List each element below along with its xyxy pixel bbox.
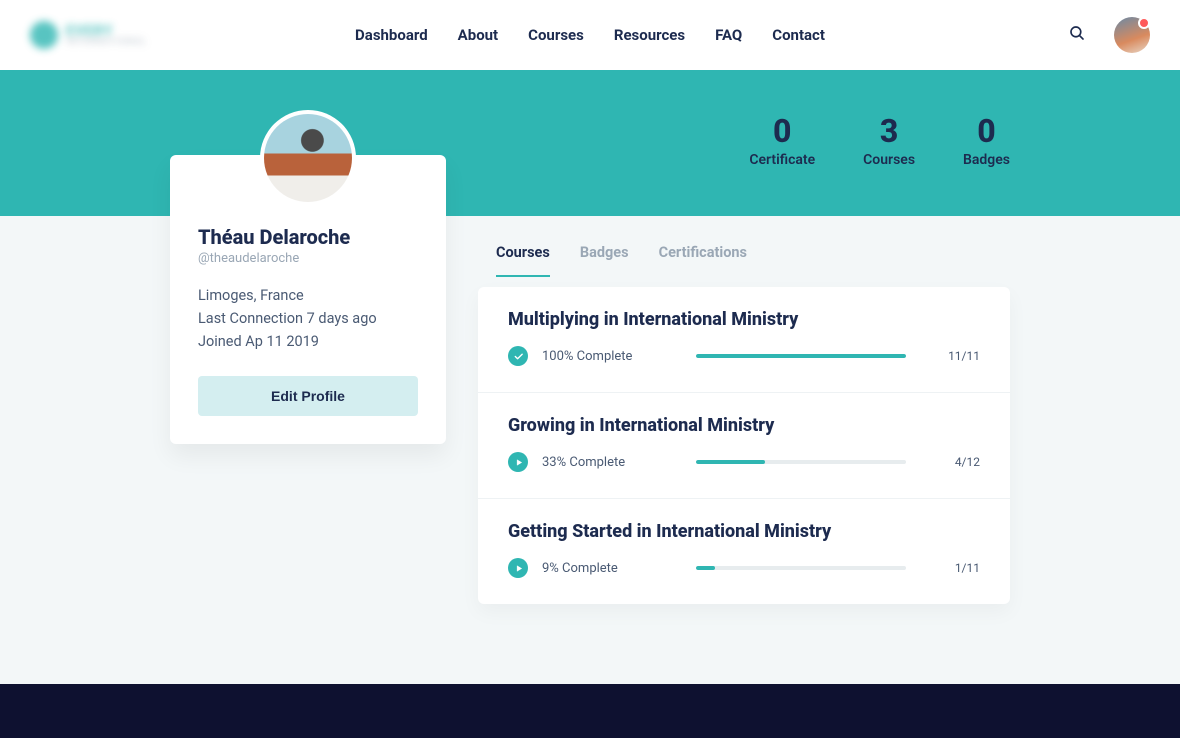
play-circle-icon [508, 452, 528, 472]
stat-label: Badges [963, 152, 1010, 168]
progress-fill [696, 354, 906, 358]
progress-bar [696, 566, 906, 570]
content-tabs: Courses Badges Certifications [478, 244, 1010, 277]
stat-label: Certificate [749, 152, 815, 168]
nav-resources[interactable]: Resources [614, 26, 685, 44]
course-complete-text: 33% Complete [542, 455, 662, 470]
nav-courses[interactable]: Courses [528, 26, 584, 44]
profile-name: Théau Delaroche [198, 225, 418, 249]
search-icon[interactable] [1068, 24, 1086, 46]
page-footer [0, 684, 1180, 738]
profile-stats: 0 Certificate 3 Courses 0 Badges [749, 112, 1010, 168]
tab-courses[interactable]: Courses [496, 244, 550, 277]
top-nav: EVERY INTERNATIONAL Dashboard About Cour… [0, 0, 1180, 70]
stat-courses: 3 Courses [863, 112, 915, 168]
course-list: Multiplying in International Ministry 10… [478, 287, 1010, 604]
profile-handle: @theaudelaroche [198, 251, 418, 266]
profile-last-connection: Last Connection 7 days ago [198, 307, 418, 330]
primary-nav: Dashboard About Courses Resources FAQ Co… [355, 26, 825, 44]
stat-certificate: 0 Certificate [749, 112, 815, 168]
course-fraction: 11/11 [940, 349, 980, 363]
stat-value: 0 [963, 112, 1010, 150]
nav-dashboard[interactable]: Dashboard [355, 26, 428, 44]
course-fraction: 4/12 [940, 455, 980, 469]
play-circle-icon [508, 558, 528, 578]
stat-label: Courses [863, 152, 915, 168]
nav-about[interactable]: About [458, 26, 498, 44]
progress-fill [696, 566, 715, 570]
course-item[interactable]: Growing in International Ministry 33% Co… [478, 393, 1010, 499]
progress-bar [696, 354, 906, 358]
course-fraction: 1/11 [940, 561, 980, 575]
tab-certifications[interactable]: Certifications [659, 244, 747, 277]
stat-value: 0 [749, 112, 815, 150]
course-title: Growing in International Ministry [508, 415, 980, 436]
profile-avatar [260, 110, 356, 206]
profile-content: Courses Badges Certifications Multiplyin… [478, 244, 1010, 604]
profile-location: Limoges, France [198, 284, 418, 307]
tab-badges[interactable]: Badges [580, 244, 629, 277]
nav-faq[interactable]: FAQ [715, 26, 742, 44]
user-avatar[interactable] [1114, 17, 1150, 53]
nav-contact[interactable]: Contact [772, 26, 825, 44]
edit-profile-button[interactable]: Edit Profile [198, 376, 418, 416]
progress-fill [696, 460, 765, 464]
course-item[interactable]: Getting Started in International Ministr… [478, 499, 1010, 604]
course-complete-text: 100% Complete [542, 349, 662, 364]
stat-value: 3 [863, 112, 915, 150]
course-title: Multiplying in International Ministry [508, 309, 980, 330]
course-item[interactable]: Multiplying in International Ministry 10… [478, 287, 1010, 393]
course-complete-text: 9% Complete [542, 561, 662, 576]
course-title: Getting Started in International Ministr… [508, 521, 980, 542]
brand-logo[interactable]: EVERY INTERNATIONAL [30, 21, 147, 49]
profile-card: Théau Delaroche @theaudelaroche Limoges,… [170, 155, 446, 444]
stat-badges: 0 Badges [963, 112, 1010, 168]
profile-joined: Joined Ap 11 2019 [198, 330, 418, 353]
profile-meta: Limoges, France Last Connection 7 days a… [198, 284, 418, 354]
progress-bar [696, 460, 906, 464]
check-circle-icon [508, 346, 528, 366]
